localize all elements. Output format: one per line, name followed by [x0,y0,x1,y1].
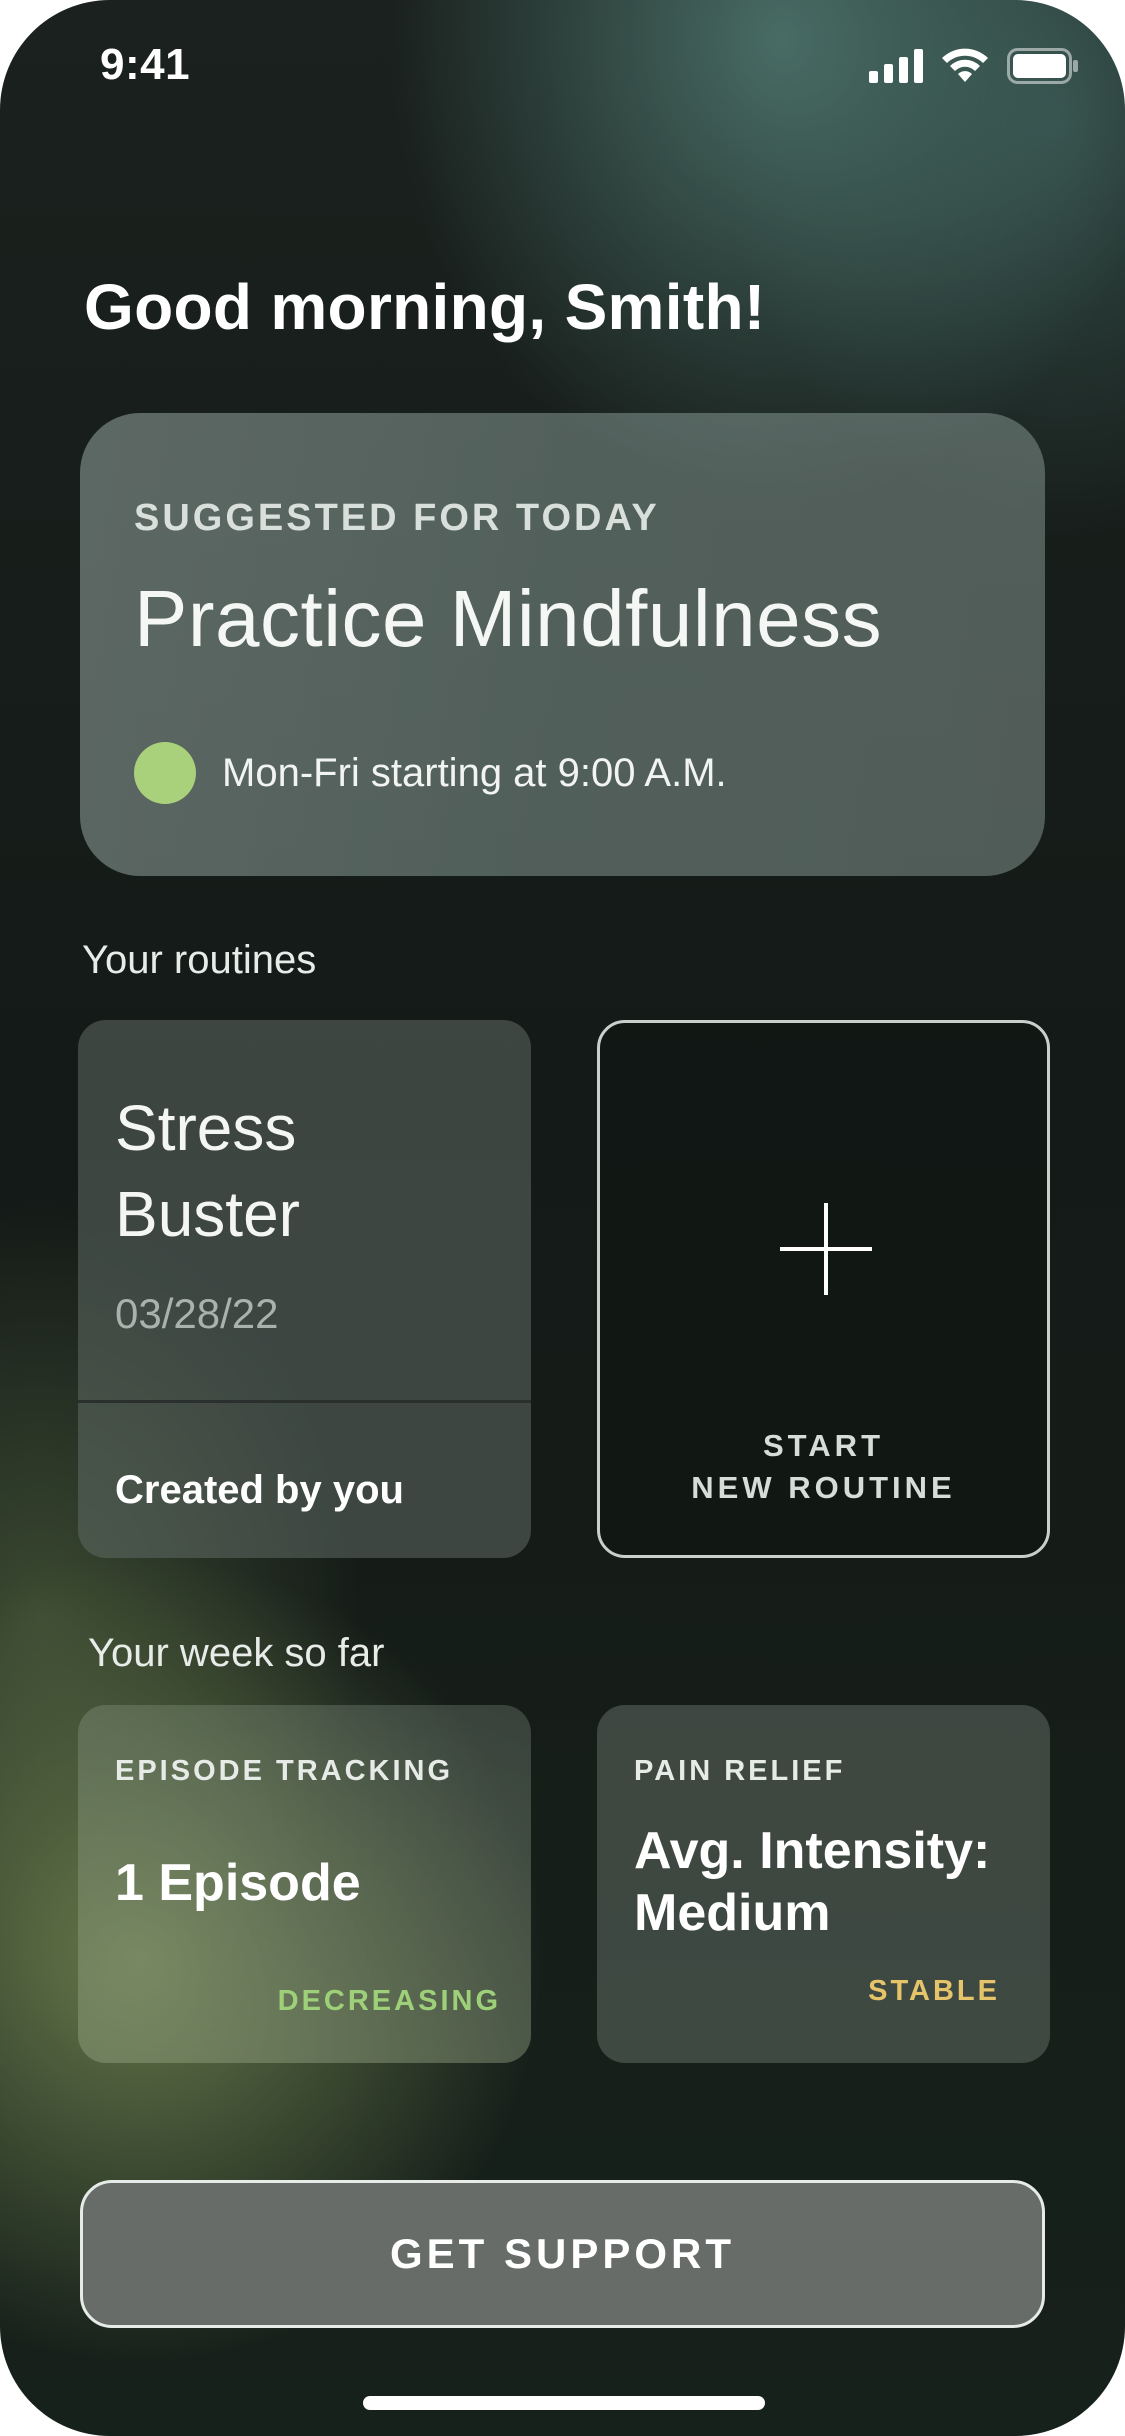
status-time: 9:41 [100,40,191,89]
suggested-eyebrow: SUGGESTED FOR TODAY [134,497,660,539]
plus-icon [780,1203,872,1295]
home-indicator[interactable] [363,2396,765,2410]
suggested-schedule: Mon-Fri starting at 9:00 A.M. [222,751,727,795]
wifi-icon [941,48,989,89]
routine-name: Stress Buster [115,1092,300,1250]
routine-creator: Created by you [115,1468,404,1512]
pain-relief-card[interactable]: PAIN RELIEF Avg. Intensity: Medium STABL… [597,1705,1050,2063]
cellular-signal-icon [869,49,923,88]
home-screen: 9:41 Good morning, Smith! SUGGESTED FOR … [0,0,1125,2436]
new-routine-label-line2: NEW ROUTINE [691,1470,956,1505]
routines-section-label: Your routines [82,938,317,982]
routine-card-stress-buster[interactable]: Stress Buster 03/28/22 Created by you [78,1020,531,1558]
week-section-label: Your week so far [88,1631,385,1675]
episode-tracking-eyebrow: EPISODE TRACKING [115,1755,454,1787]
episode-count: 1 Episode [115,1854,361,1912]
pain-intensity-value: Avg. Intensity: Medium [634,1822,991,1942]
start-new-routine-button[interactable]: START NEW ROUTINE [597,1020,1050,1558]
battery-icon [1007,48,1079,89]
greeting-title: Good morning, Smith! [84,271,766,343]
pain-relief-eyebrow: PAIN RELIEF [634,1755,846,1787]
suggested-title: Practice Mindfulness [134,574,883,663]
episode-trend-badge: DECREASING [277,1985,501,2017]
new-routine-label-line1: START [762,1428,885,1463]
routine-date: 03/28/22 [115,1290,279,1337]
schedule-status-dot [134,742,196,804]
get-support-button[interactable]: GET SUPPORT [80,2180,1045,2328]
suggested-routine-card[interactable]: SUGGESTED FOR TODAY Practice Mindfulness… [80,413,1045,876]
status-icons [869,48,1079,89]
get-support-label: GET SUPPORT [389,2230,736,2277]
episode-tracking-card[interactable]: EPISODE TRACKING 1 Episode DECREASING [78,1705,531,2063]
routine-divider [78,1400,531,1403]
pain-trend-badge: STABLE [868,1975,1000,2007]
